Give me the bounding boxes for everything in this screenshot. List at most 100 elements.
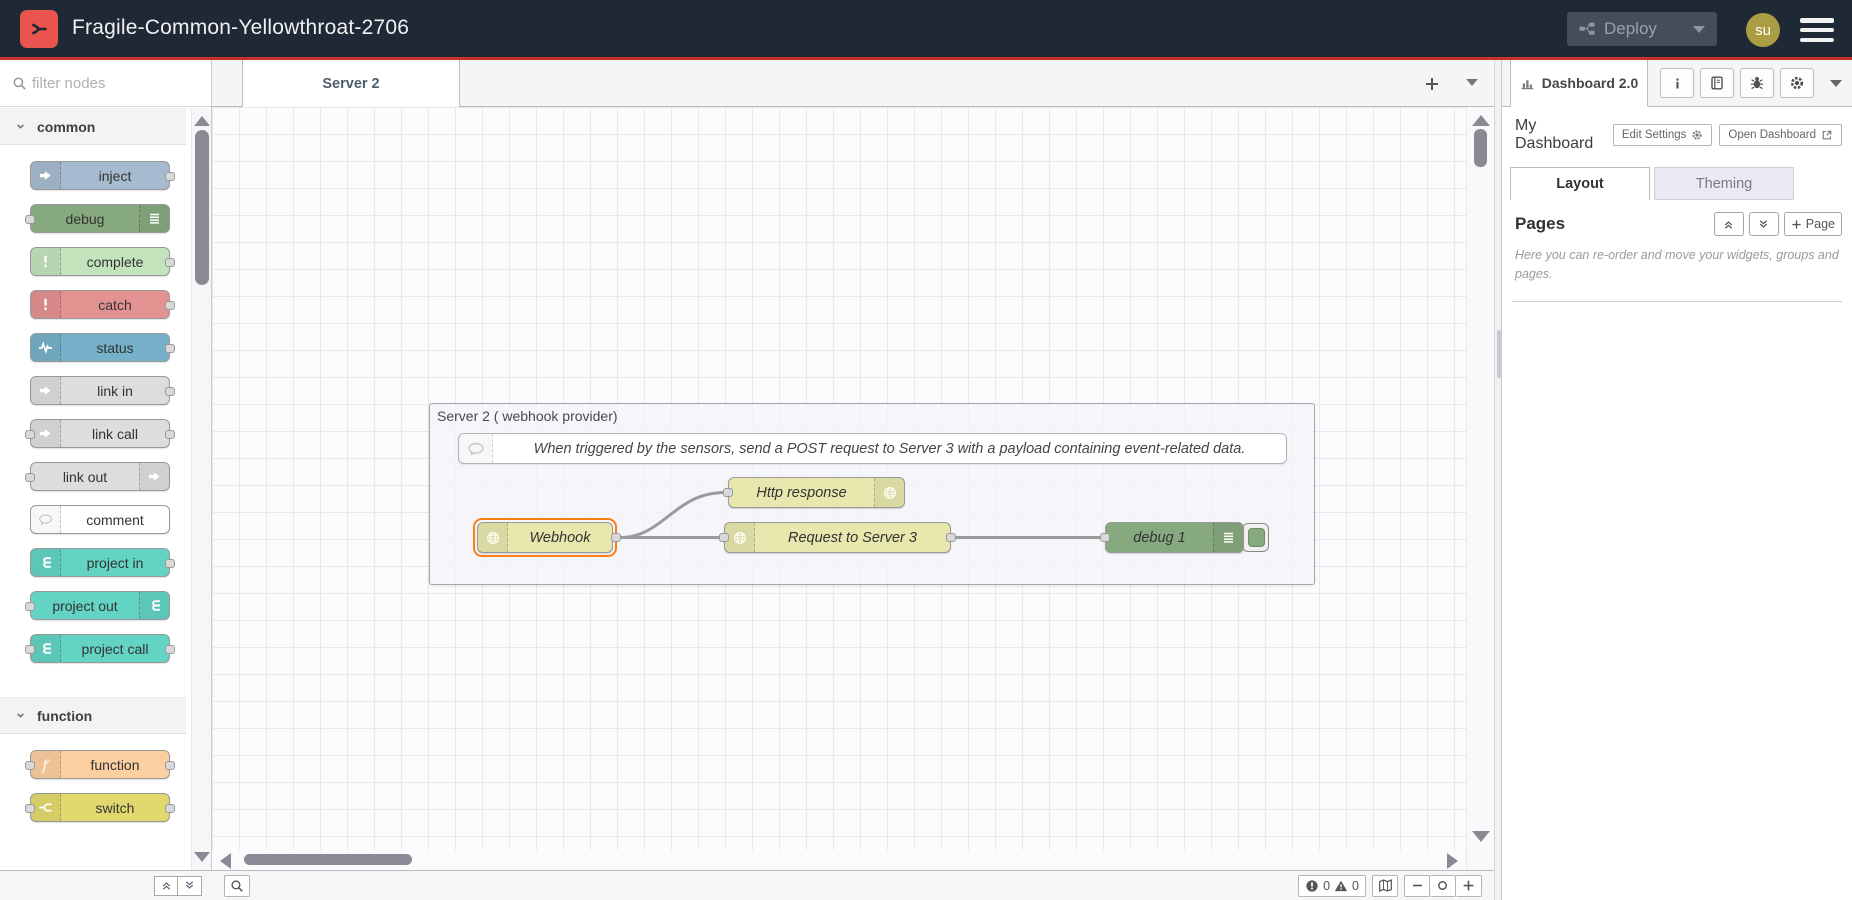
input-port[interactable] — [25, 473, 35, 482]
palette-scrollbar-thumb[interactable] — [195, 130, 209, 285]
output-port[interactable] — [165, 559, 175, 568]
edit-settings-button[interactable]: Edit Settings — [1613, 124, 1713, 146]
collapse-all-button[interactable] — [154, 876, 178, 896]
horizontal-scrollbar-thumb[interactable] — [244, 854, 412, 865]
output-port[interactable] — [165, 804, 175, 813]
sidebar-splitter[interactable] — [1494, 60, 1502, 900]
debug-toggle-state — [1248, 528, 1265, 547]
palette-node-project-in[interactable]: project in — [30, 548, 170, 577]
output-port[interactable] — [165, 301, 175, 310]
page-title: Fragile-Common-Yellowthroat-2706 — [72, 16, 409, 40]
palette-node-project-call[interactable]: project call — [30, 634, 170, 663]
palette-node-inject[interactable]: inject — [30, 161, 170, 190]
dashboard-subtabs: Layout Theming — [1502, 153, 1852, 200]
vertical-scrollbar-thumb[interactable] — [1474, 129, 1487, 167]
circle-icon — [1436, 879, 1449, 892]
input-port[interactable] — [723, 488, 733, 497]
inject-arrow-icon — [31, 162, 61, 189]
flow-canvas[interactable]: Server 2 ( webhook provider) When trigge… — [212, 107, 1494, 870]
node-debug-1[interactable]: debug 1 — [1105, 522, 1244, 553]
palette-node-link-in[interactable]: link in — [30, 376, 170, 405]
category-common[interactable]: common — [0, 108, 186, 145]
node-webhook[interactable]: Webhook — [477, 522, 613, 553]
category-function-body: function switch — [0, 734, 186, 856]
flow-tab-server-2[interactable]: Server 2 — [242, 60, 460, 107]
deploy-icon — [1579, 21, 1595, 37]
output-port[interactable] — [165, 430, 175, 439]
input-port[interactable] — [25, 645, 35, 654]
exclamation-icon — [31, 291, 61, 318]
comment-bubble-icon — [31, 506, 61, 533]
input-port[interactable] — [719, 533, 729, 542]
add-flow-button[interactable] — [1424, 76, 1440, 92]
input-port[interactable] — [25, 215, 35, 224]
output-port[interactable] — [165, 645, 175, 654]
zoom-in-button[interactable] — [1456, 875, 1482, 897]
scroll-left-arrow[interactable] — [220, 853, 231, 869]
main-menu-button[interactable] — [1800, 16, 1834, 44]
pages-header-row: Pages Page — [1502, 200, 1852, 236]
deploy-button[interactable]: Deploy — [1567, 12, 1717, 46]
zoom-out-button[interactable] — [1404, 875, 1430, 897]
info-tab-button[interactable] — [1660, 68, 1694, 98]
chevron-down-icon — [14, 709, 27, 722]
move-page-up-button[interactable] — [1714, 212, 1744, 236]
palette-node-complete[interactable]: complete — [30, 247, 170, 276]
palette-node-project-out[interactable]: project out — [30, 591, 170, 620]
scroll-down-arrow[interactable] — [194, 852, 210, 862]
output-port[interactable] — [165, 172, 175, 181]
switch-fork-icon — [31, 794, 61, 821]
navigator-button[interactable] — [1372, 875, 1398, 897]
deploy-dropdown-caret-icon[interactable] — [1693, 26, 1705, 33]
palette-node-status[interactable]: status — [30, 333, 170, 362]
tab-dashboard-2[interactable]: Dashboard 2.0 — [1510, 60, 1648, 107]
flow-tabbar: Server 2 — [212, 60, 1494, 107]
expand-all-button[interactable] — [178, 876, 202, 896]
palette-node-link-call[interactable]: link call — [30, 419, 170, 448]
pages-help-text: Here you can re-order and move your widg… — [1502, 236, 1852, 285]
palette-node-catch[interactable]: catch — [30, 290, 170, 319]
scroll-down-arrow[interactable] — [1472, 831, 1490, 842]
palette-node-switch[interactable]: switch — [30, 793, 170, 822]
node-request-to-server-3[interactable]: Request to Server 3 — [724, 522, 951, 553]
palette-filter-input[interactable] — [32, 68, 192, 98]
search-flows-button[interactable] — [224, 875, 250, 897]
palette-node-function[interactable]: function — [30, 750, 170, 779]
scroll-right-arrow[interactable] — [1447, 853, 1458, 869]
flow-list-caret-icon[interactable] — [1466, 79, 1478, 89]
input-port[interactable] — [25, 602, 35, 611]
move-page-down-button[interactable] — [1749, 212, 1779, 236]
output-port[interactable] — [946, 533, 956, 542]
output-port[interactable] — [611, 533, 621, 542]
wire-webhook-to-http-response[interactable] — [620, 493, 725, 538]
palette-node-link-out[interactable]: link out — [30, 462, 170, 491]
zoom-reset-button[interactable] — [1430, 875, 1456, 897]
output-port[interactable] — [165, 344, 175, 353]
help-tab-button[interactable] — [1700, 68, 1734, 98]
sidebar-tabs-caret-icon[interactable] — [1830, 80, 1842, 87]
category-function[interactable]: function — [0, 697, 186, 734]
scroll-up-arrow[interactable] — [194, 116, 210, 126]
input-port[interactable] — [1100, 533, 1110, 542]
comment-text: When triggered by the sensors, send a PO… — [493, 434, 1286, 463]
output-port[interactable] — [165, 387, 175, 396]
tab-theming[interactable]: Theming — [1654, 167, 1794, 200]
notification-counts[interactable]: 0 0 — [1298, 875, 1366, 897]
open-dashboard-button[interactable]: Open Dashboard — [1719, 124, 1842, 146]
config-tab-button[interactable] — [1780, 68, 1814, 98]
input-port[interactable] — [25, 430, 35, 439]
output-port[interactable] — [165, 258, 175, 267]
scroll-up-arrow[interactable] — [1472, 115, 1490, 126]
node-http-response[interactable]: Http response — [728, 477, 905, 508]
comment-node[interactable]: When triggered by the sensors, send a PO… — [458, 433, 1287, 464]
debug-enable-toggle[interactable] — [1242, 523, 1269, 552]
palette-node-comment[interactable]: comment — [30, 505, 170, 534]
input-port[interactable] — [25, 761, 35, 770]
input-port[interactable] — [25, 804, 35, 813]
user-avatar[interactable]: su — [1746, 13, 1780, 47]
palette-node-debug[interactable]: debug — [30, 204, 170, 233]
tab-layout[interactable]: Layout — [1510, 167, 1650, 200]
output-port[interactable] — [165, 761, 175, 770]
add-page-button[interactable]: Page — [1784, 212, 1842, 236]
debug-tab-button[interactable] — [1740, 68, 1774, 98]
